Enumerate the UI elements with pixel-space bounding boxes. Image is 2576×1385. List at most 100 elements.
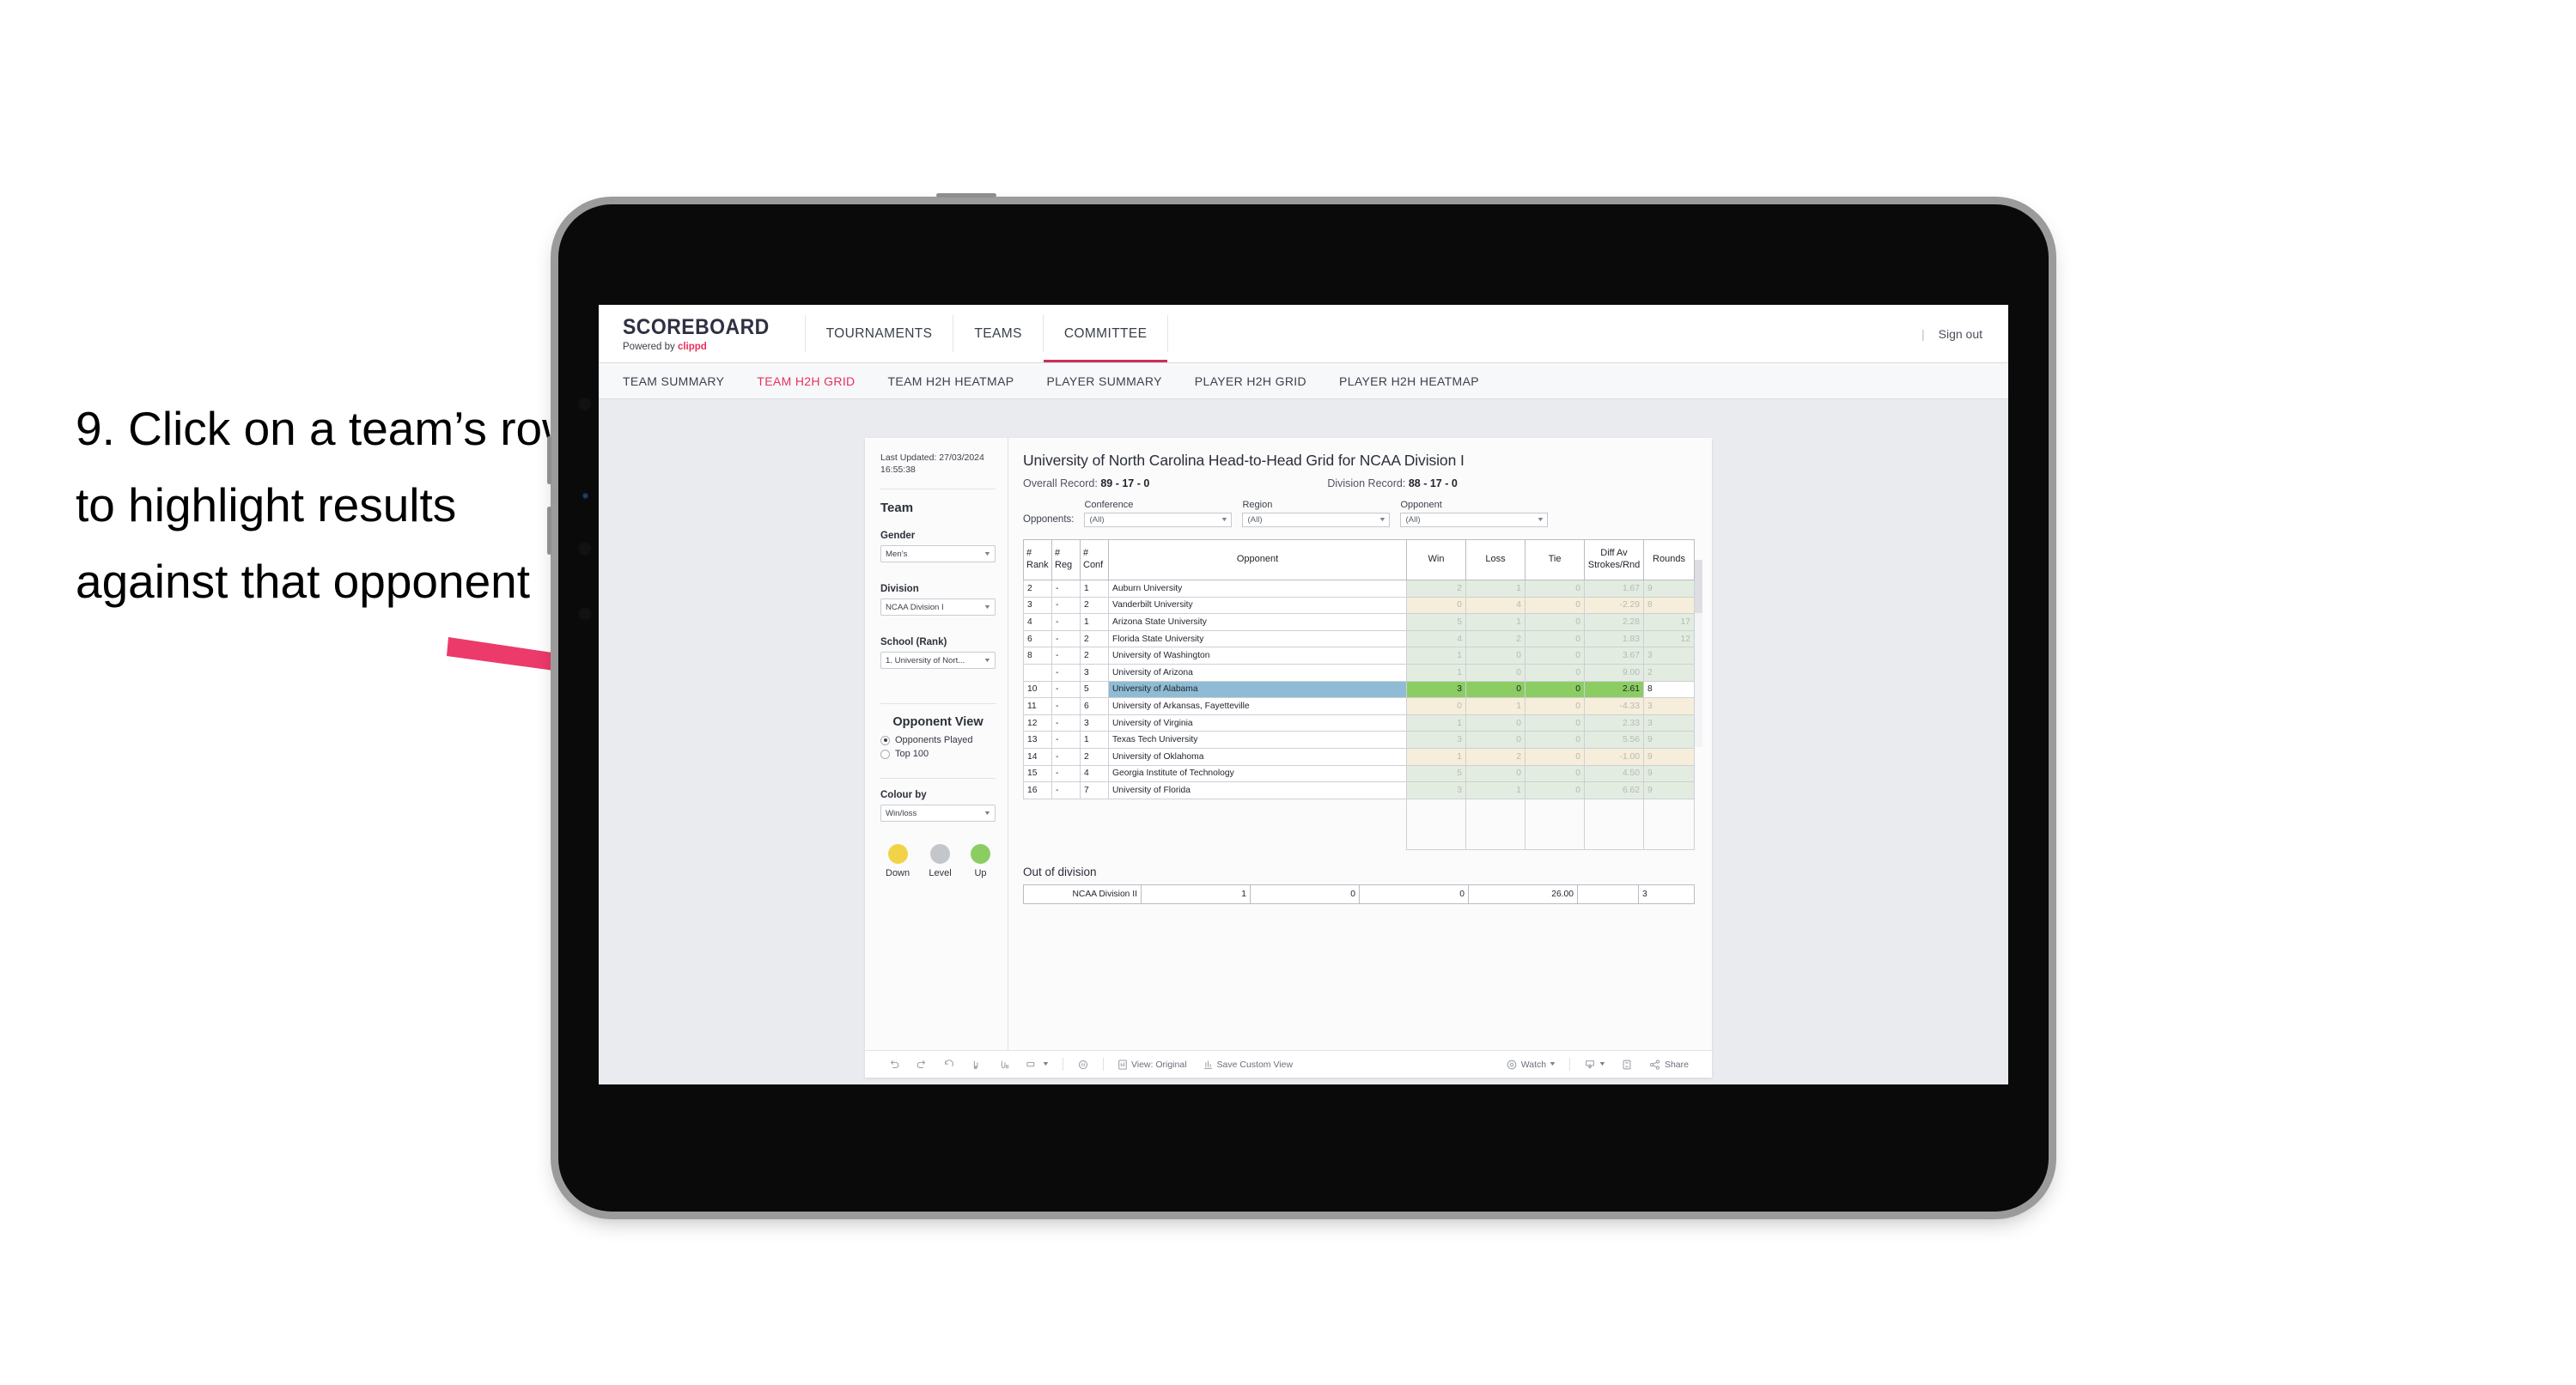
table-row[interactable]: 4-1 Arizona State University 5 1 0 2.28 17 <box>1023 613 1695 631</box>
cell-loss: 0 <box>1465 647 1526 665</box>
cell-diff: 6.62 <box>1584 781 1644 799</box>
spacer-cell <box>1525 798 1585 850</box>
table-row[interactable]: 10-5 University of Alabama 3 0 0 2.61 8 <box>1023 680 1695 699</box>
brand-title: SCOREBOARD <box>623 315 770 339</box>
filter-opponent: Opponent (All) ▼ <box>1400 500 1549 527</box>
radio-top-100[interactable]: Top 100 <box>880 749 996 759</box>
toolbar-divider-3 <box>1569 1058 1571 1071</box>
fullscreen-button[interactable] <box>1613 1059 1641 1071</box>
table-row[interactable]: 11-6 University of Arkansas, Fayetteville… <box>1023 697 1695 715</box>
legend-label-up: Up <box>974 868 987 879</box>
cell-reg: - <box>1051 781 1081 799</box>
overall-record-label: Overall Record: <box>1023 477 1098 489</box>
share-button[interactable]: Share <box>1641 1059 1696 1071</box>
filter-region-label: Region <box>1242 500 1273 510</box>
table-row[interactable]: 14-2 University of Oklahoma 1 2 0 -1.00 9 <box>1023 747 1695 766</box>
download-button[interactable]: ▼ <box>1576 1059 1613 1071</box>
table-row[interactable]: 8-2 University of Washington 1 0 0 3.67 3 <box>1023 647 1695 665</box>
pause-refresh-button[interactable] <box>990 1059 1018 1071</box>
save-custom-view-label: Save Custom View <box>1216 1059 1294 1070</box>
clippd-name: clippd <box>677 342 707 352</box>
cell-reg: - <box>1051 663 1081 682</box>
cell-win: 3 <box>1406 731 1466 749</box>
cell-opponent: University of Virginia <box>1108 714 1407 732</box>
device-preview-button[interactable]: ▼ <box>1018 1059 1057 1071</box>
view-original-button[interactable]: View: Original <box>1110 1059 1195 1071</box>
cell-reg: - <box>1051 731 1081 749</box>
cell-reg: - <box>1051 613 1081 631</box>
filter-region-select[interactable]: (All) ▼ <box>1242 513 1391 527</box>
refresh-button[interactable] <box>963 1059 990 1071</box>
table-row[interactable]: 16-7 University of Florida 3 1 0 6.62 9 <box>1023 781 1695 799</box>
cell-rounds: 9 <box>1643 747 1695 766</box>
division-select[interactable]: NCAA Division I ▼ <box>880 598 996 617</box>
tab-team-h2h-heatmap[interactable]: TEAM H2H HEATMAP <box>888 374 1033 388</box>
tab-team-h2h-grid[interactable]: TEAM H2H GRID <box>757 374 874 388</box>
chevron-down-icon: ▼ <box>1041 1061 1050 1067</box>
cell-tie: 0 <box>1525 629 1585 648</box>
table-row[interactable]: 6-2 Florida State University 4 2 0 1.83 12 <box>1023 629 1695 648</box>
legend-swatch-down <box>887 844 908 865</box>
cell-opponent: University of Washington <box>1108 647 1407 665</box>
tab-player-h2h-grid[interactable]: PLAYER H2H GRID <box>1195 374 1325 388</box>
undo-button[interactable] <box>880 1059 908 1071</box>
nav-divider-4 <box>1167 315 1169 352</box>
cell-opponent: Arizona State University <box>1108 613 1407 631</box>
opponent-filters: Opponents: Conference (All) ▼ Region (Al <box>1023 500 1695 527</box>
nav-item-committee[interactable]: COMMITTEE <box>1043 305 1168 362</box>
chevron-down-icon: ▼ <box>1220 517 1228 523</box>
out-of-division-row[interactable]: NCAA Division II 1 0 0 26.00 3 <box>1023 884 1695 904</box>
pause-auto-update-button[interactable] <box>1069 1059 1097 1071</box>
filter-conference-select[interactable]: (All) ▼ <box>1084 513 1233 527</box>
table-scroll-thumb[interactable] <box>1695 560 1702 613</box>
gender-select[interactable]: Men’s ▼ <box>880 545 996 563</box>
save-custom-view-button[interactable]: Save Custom View <box>1195 1059 1301 1071</box>
cell-tie: 0 <box>1525 580 1585 598</box>
cell-reg: - <box>1051 680 1081 699</box>
filter-region: Region (All) ▼ <box>1242 500 1391 527</box>
spacer-cell <box>1108 798 1407 850</box>
tab-player-summary[interactable]: PLAYER SUMMARY <box>1046 374 1180 388</box>
cell-loss: 0 <box>1465 680 1526 699</box>
table-row[interactable]: 3-2 Vanderbilt University 0 4 0 -2.29 8 <box>1023 596 1695 615</box>
cell-rounds: 8 <box>1643 680 1695 699</box>
division-record-label: Division Record: <box>1327 477 1406 489</box>
cell-rank: 3 <box>1023 596 1052 615</box>
filter-conference-label: Conference <box>1084 500 1134 510</box>
colour-by-select[interactable]: Win/loss ▼ <box>880 805 996 823</box>
table-row[interactable]: -3 University of Arizona 1 0 0 9.00 2 <box>1023 663 1695 682</box>
table-row[interactable]: 2-1 Auburn University 2 1 0 1.67 9 <box>1023 580 1695 598</box>
sign-out-link[interactable]: Sign out <box>1939 327 1982 341</box>
chevron-down-icon: ▼ <box>983 810 992 817</box>
radio-opponents-played[interactable]: Opponents Played <box>880 735 996 745</box>
table-row[interactable]: 13-1 Texas Tech University 3 0 0 5.56 9 <box>1023 731 1695 749</box>
cell-opponent: Auburn University <box>1108 580 1407 598</box>
volume-up-button <box>547 436 551 484</box>
spacer-cell <box>1643 798 1695 850</box>
school-rank-value: 1. University of Nort... <box>886 655 965 665</box>
tab-player-h2h-heatmap[interactable]: PLAYER H2H HEATMAP <box>1339 374 1498 388</box>
nav-item-tournaments[interactable]: TOURNAMENTS <box>806 305 953 362</box>
revert-button[interactable] <box>935 1059 963 1071</box>
cell-conf: 3 <box>1080 714 1109 732</box>
watch-button[interactable]: Watch ▼ <box>1498 1059 1563 1071</box>
table-spacer-row <box>1023 798 1695 850</box>
sheet-body: Last Updated: 27/03/2024 16:55:38 Team G… <box>865 438 1712 1050</box>
gender-value: Men’s <box>886 549 908 559</box>
main-nav: TOURNAMENTS TEAMS COMMITTEE <box>806 305 1169 362</box>
brand-subtitle: Powered by clippd <box>623 342 783 352</box>
table-row[interactable]: 12-3 University of Virginia 1 0 0 2.33 3 <box>1023 714 1695 732</box>
redo-button[interactable] <box>908 1059 935 1071</box>
tab-team-summary[interactable]: TEAM SUMMARY <box>623 374 743 388</box>
col-diff-av-strokes: Diff Av Strokes/Rnd <box>1584 539 1644 580</box>
cell-reg: - <box>1051 697 1081 715</box>
table-row[interactable]: 15-4 Georgia Institute of Technology 5 0 0 4.… <box>1023 764 1695 783</box>
cell-tie: 0 <box>1525 731 1585 749</box>
school-rank-select[interactable]: 1. University of Nort... ▼ <box>880 652 996 670</box>
chevron-down-icon: ▼ <box>1378 517 1386 523</box>
nav-item-teams[interactable]: TEAMS <box>953 305 1042 362</box>
filter-opponent-select[interactable]: (All) ▼ <box>1400 513 1549 527</box>
cell-opponent: Georgia Institute of Technology <box>1108 764 1407 783</box>
filter-region-value: (All) <box>1247 515 1263 525</box>
sidebar-divider-2 <box>880 703 996 705</box>
